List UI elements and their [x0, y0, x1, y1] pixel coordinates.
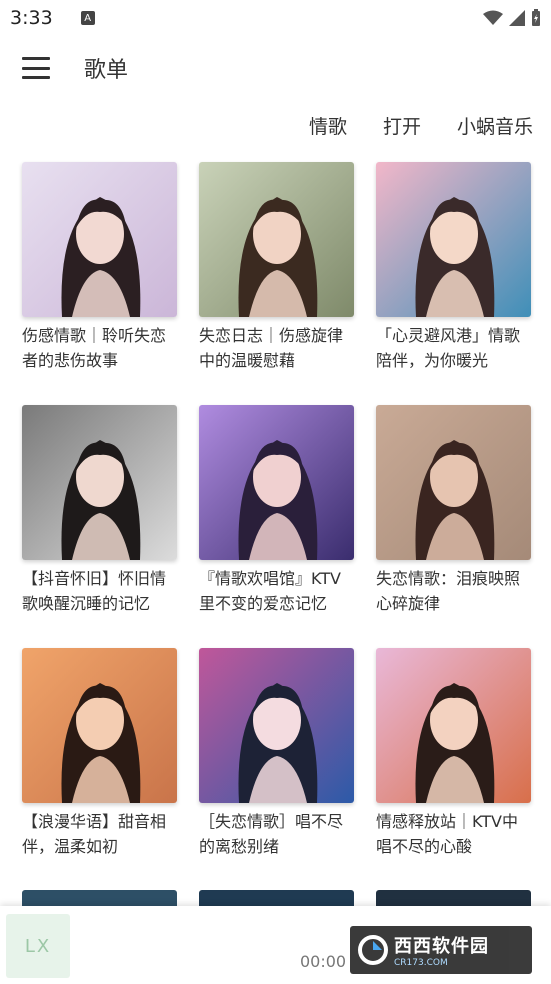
status-left: 3:33 A [10, 7, 95, 29]
playlist-card[interactable]: 【抖音怀旧】怀旧情歌唤醒沉睡的记忆 [22, 405, 177, 648]
watermark-icon [358, 935, 388, 965]
source-tabs: 情歌 打开 小蜗音乐 [309, 108, 533, 142]
watermark-logo: 西西软件园 CR173.COM [350, 926, 532, 974]
playlist-card[interactable]: 情感释放站｜KTV中唱不尽的心酸 [376, 648, 531, 891]
player-time: 00:00 [300, 952, 347, 971]
signal-icon [509, 10, 525, 26]
playlist-card[interactable]: 『情歌欢唱馆』KTV里不变的爱恋记忆 [199, 405, 354, 648]
wifi-icon [483, 10, 503, 25]
playlist-title[interactable]: 失恋情歌：泪痕映照心碎旋律 [376, 566, 531, 616]
playlist-grid: 伤感情歌｜聆听失恋者的悲伤故事 失恋日志｜伤感旋律中的温暖慰藉 「心灵避风港」情歌陪… [22, 162, 534, 891]
playlist-title[interactable]: 『情歌欢唱馆』KTV里不变的爱恋记忆 [199, 566, 354, 616]
playlist-title[interactable]: 「心灵避风港」情歌陪伴，为你暖光 [376, 323, 531, 373]
playlist-cover[interactable] [376, 405, 531, 560]
playlist-title[interactable]: 情感释放站｜KTV中唱不尽的心酸 [376, 809, 531, 859]
playlist-cover[interactable] [199, 162, 354, 317]
playlist-cover[interactable] [376, 162, 531, 317]
status-icons [483, 9, 541, 27]
app-bar: 歌单 [0, 40, 551, 96]
playlist-card[interactable]: ［失恋情歌］唱不尽的离愁别绪 [199, 648, 354, 891]
playlist-title[interactable]: 【浪漫华语】甜音相伴，温柔如初 [22, 809, 177, 859]
a-icon: A [80, 11, 95, 25]
playlist-title[interactable]: 伤感情歌｜聆听失恋者的悲伤故事 [22, 323, 177, 373]
watermark-title: 西西软件园 [394, 936, 489, 957]
playlist-title[interactable]: 【抖音怀旧】怀旧情歌唤醒沉睡的记忆 [22, 566, 177, 616]
playlist-card[interactable]: 「心灵避风港」情歌陪伴，为你暖光 [376, 162, 531, 405]
playlist-card[interactable]: 失恋情歌：泪痕映照心碎旋律 [376, 405, 531, 648]
playlist-card[interactable]: 失恋日志｜伤感旋律中的温暖慰藉 [199, 162, 354, 405]
tab-qingge[interactable]: 情歌 [309, 112, 347, 139]
playlist-cover[interactable] [199, 648, 354, 803]
status-time: 3:33 [10, 7, 53, 29]
playlist-card[interactable]: 【浪漫华语】甜音相伴，温柔如初 [22, 648, 177, 891]
status-bar: 3:33 A [0, 0, 551, 36]
playlist-cover[interactable] [22, 162, 177, 317]
page-title: 歌单 [84, 58, 129, 83]
playlist-cover[interactable] [376, 648, 531, 803]
playlist-card[interactable]: 伤感情歌｜聆听失恋者的悲伤故事 [22, 162, 177, 405]
playlist-title[interactable]: ［失恋情歌］唱不尽的离愁别绪 [199, 809, 354, 859]
playlist-title[interactable]: 失恋日志｜伤感旋律中的温暖慰藉 [199, 323, 354, 373]
battery-icon [532, 9, 540, 26]
tab-source[interactable]: 小蜗音乐 [457, 112, 533, 139]
tab-open[interactable]: 打开 [383, 112, 421, 139]
playlist-cover[interactable] [199, 405, 354, 560]
playlist-cover[interactable] [22, 648, 177, 803]
menu-icon[interactable] [22, 57, 50, 79]
watermark-sub: CR173.COM [394, 958, 448, 968]
player-cover[interactable]: LX [6, 914, 70, 978]
playlist-cover[interactable] [22, 405, 177, 560]
